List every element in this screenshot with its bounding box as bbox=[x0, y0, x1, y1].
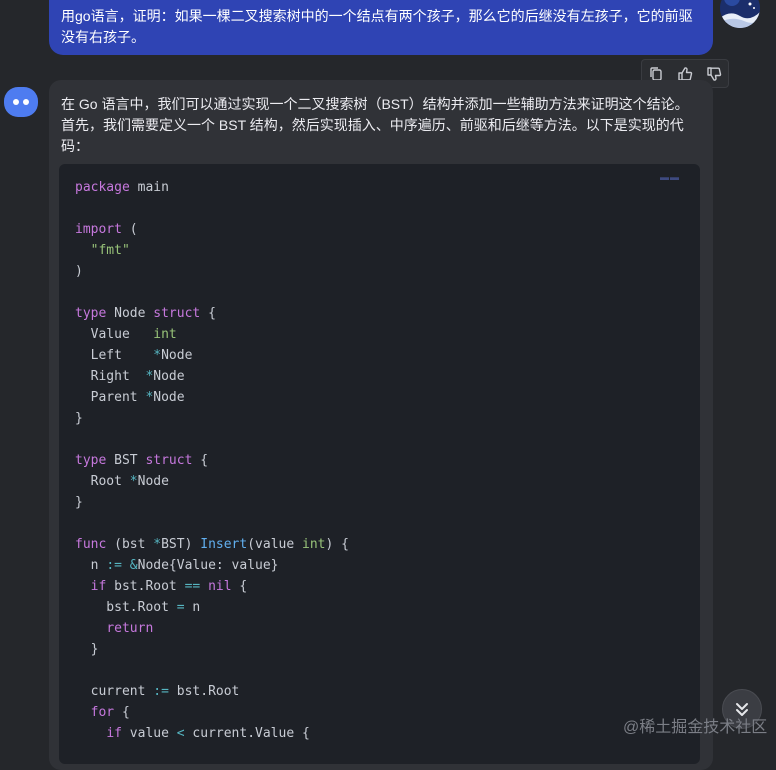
double-chevron-down-icon bbox=[736, 703, 748, 716]
watermark: @稀土掘金技术社区 bbox=[623, 719, 768, 736]
code-line: if value < current.Value { bbox=[106, 726, 310, 741]
code-line: type BST struct { bbox=[75, 453, 209, 468]
code-line: bst.Root = n bbox=[75, 600, 201, 615]
code-line: package main bbox=[75, 180, 169, 195]
code-line: for { bbox=[90, 705, 130, 720]
code-line: func (bst *BST) Insert(value int) { bbox=[75, 537, 349, 552]
code-line: Left *Node bbox=[75, 348, 193, 363]
code-line: ) bbox=[75, 264, 83, 279]
code-copy-button[interactable]: ▬▬ bbox=[656, 172, 684, 182]
code-line: } bbox=[75, 495, 83, 510]
code-line: Parent *Node bbox=[75, 390, 185, 405]
code-line: Right *Node bbox=[75, 369, 185, 384]
code-line: "fmt" bbox=[90, 243, 130, 258]
code-content: package main import ( "fmt" ) type Node … bbox=[75, 177, 349, 744]
user-avatar[interactable] bbox=[720, 0, 760, 28]
code-line: Value int bbox=[75, 327, 177, 342]
code-line: Root *Node bbox=[75, 474, 169, 489]
user-message-bubble: 用go语言，证明：如果一棵二叉搜索树中的一个结点有两个孩子，那么它的后继没有左孩… bbox=[49, 0, 713, 55]
thumbs-down-icon bbox=[706, 66, 721, 81]
code-line: n := &Node{Value: value} bbox=[75, 558, 279, 573]
code-line: } bbox=[75, 642, 99, 657]
bot-avatar bbox=[4, 87, 38, 117]
code-line: type Node struct { bbox=[75, 306, 216, 321]
bot-avatar-icon bbox=[13, 99, 29, 105]
user-avatar-icon bbox=[720, 0, 760, 28]
code-line: return bbox=[106, 621, 154, 636]
code-line: import ( bbox=[75, 222, 138, 237]
user-message-text: 用go语言，证明：如果一棵二叉搜索树中的一个结点有两个孩子，那么它的后继没有左孩… bbox=[61, 8, 693, 45]
code-line: if bst.Root == nil { bbox=[90, 579, 248, 594]
code-line: current := bst.Root bbox=[75, 684, 240, 699]
answer-intro: 在 Go 语言中，我们可以通过实现一个二叉搜索树（BST）结构并添加一些辅助方法… bbox=[61, 96, 689, 154]
code-line: } bbox=[75, 411, 83, 426]
